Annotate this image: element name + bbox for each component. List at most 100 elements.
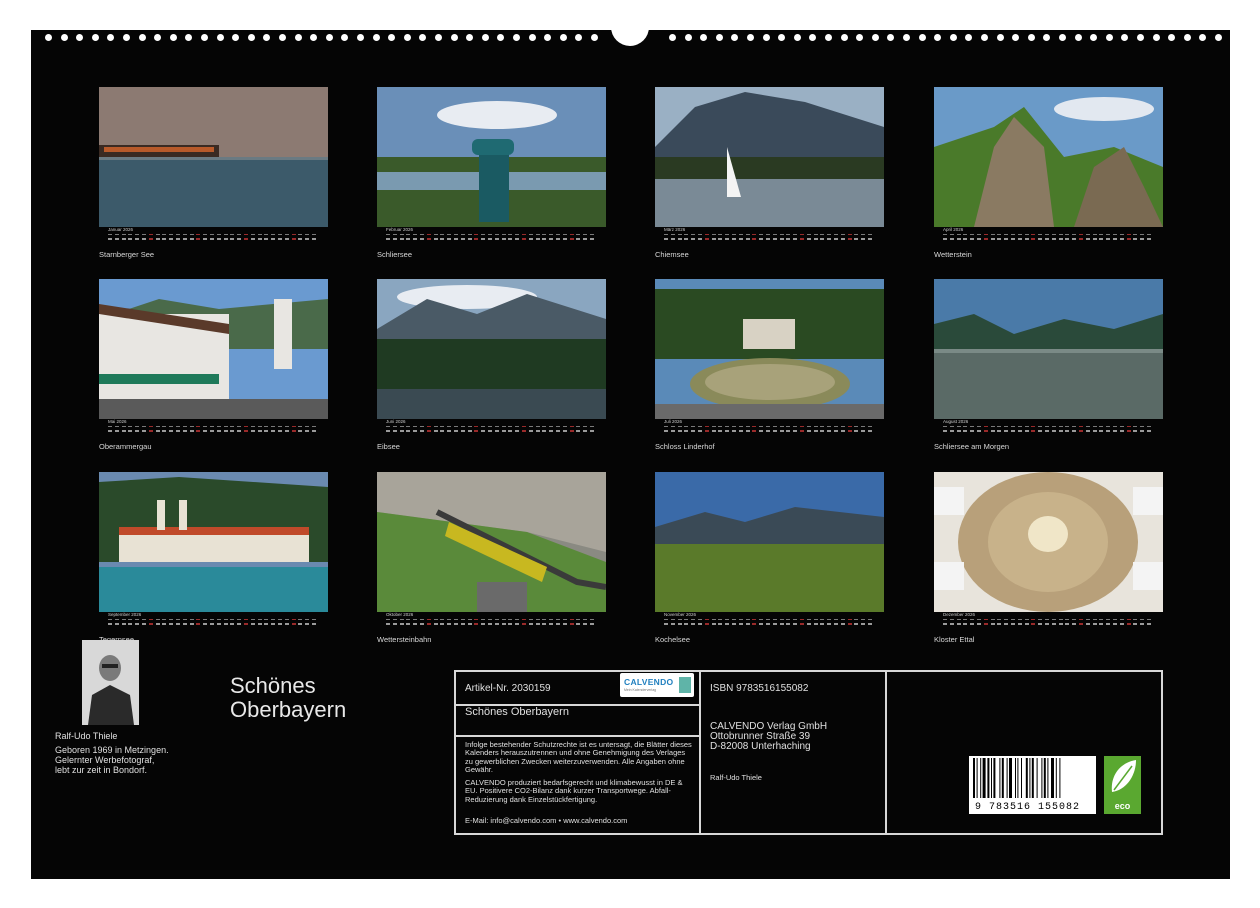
barcode-bar xyxy=(1047,758,1049,798)
day-number-mark xyxy=(176,238,180,240)
day-number-mark xyxy=(766,623,770,625)
day-number-mark xyxy=(1011,430,1015,432)
weekday-mark xyxy=(977,619,981,620)
weekday-mark xyxy=(189,619,194,620)
weekday-mark xyxy=(576,234,581,235)
weekday-mark xyxy=(1106,619,1111,620)
weekday-mark xyxy=(312,426,316,427)
weekday-mark xyxy=(562,619,567,620)
barcode-bar xyxy=(1051,758,1054,798)
day-number-mark xyxy=(121,238,126,240)
day-number-mark xyxy=(766,238,770,240)
weekday-mark xyxy=(562,426,567,427)
weekday-mark xyxy=(745,426,750,427)
weekday-mark xyxy=(203,619,208,620)
weekday-mark xyxy=(1031,426,1036,427)
month-label: Dezember 2026 xyxy=(943,612,976,617)
month-strip: Februar 2026 xyxy=(377,227,606,243)
weekday-mark xyxy=(108,234,112,235)
day-number-mark xyxy=(1140,623,1145,625)
weekday-mark xyxy=(738,619,743,620)
weekday-mark xyxy=(956,619,961,620)
binding-hole xyxy=(778,34,786,41)
weekday-mark xyxy=(813,619,818,620)
day-number-mark xyxy=(1133,430,1138,432)
weekday-mark xyxy=(291,234,296,235)
weekday-mark xyxy=(440,619,445,620)
binding-hole xyxy=(263,34,271,41)
day-number-mark xyxy=(169,623,174,625)
weekday-mark xyxy=(847,234,852,235)
day-number-mark xyxy=(813,238,818,240)
weekday-mark xyxy=(420,234,424,235)
day-number-mark xyxy=(698,623,702,625)
day-number-mark xyxy=(983,430,988,432)
day-number-mark xyxy=(847,623,852,625)
day-number-mark xyxy=(698,238,702,240)
eco-label: eco xyxy=(1114,801,1131,811)
binding-hole xyxy=(809,34,817,41)
weekday-mark xyxy=(1147,426,1151,427)
day-number-mark xyxy=(291,430,296,432)
weekday-mark xyxy=(399,619,404,620)
barcode-bar xyxy=(987,758,990,798)
day-number-mark xyxy=(244,623,248,625)
day-number-mark xyxy=(569,623,574,625)
day-number-mark xyxy=(176,430,180,432)
day-number-mark xyxy=(440,430,445,432)
weekday-mark xyxy=(840,234,845,235)
weekday-mark xyxy=(772,619,777,620)
barcode-bar xyxy=(993,758,996,798)
weekday-mark xyxy=(114,619,119,620)
day-number-mark xyxy=(128,430,133,432)
month-strip: September 2026 xyxy=(99,612,328,628)
weekday-mark xyxy=(711,426,716,427)
day-grid xyxy=(108,426,320,434)
binding-hole xyxy=(435,34,442,41)
binding-hole xyxy=(731,34,739,41)
logo-subtitle: Mein Kalenderverlag xyxy=(624,688,657,692)
day-number-mark xyxy=(1113,430,1117,432)
day-number-mark xyxy=(399,430,404,432)
eco-badge: eco xyxy=(1104,756,1141,814)
day-number-mark xyxy=(1106,430,1111,432)
barcode-bar xyxy=(1059,758,1061,798)
photo-caption: Schliersee xyxy=(377,250,413,259)
day-number-mark xyxy=(250,238,255,240)
day-number-mark xyxy=(488,430,492,432)
day-number-mark xyxy=(827,430,832,432)
day-number-mark xyxy=(664,623,668,625)
weekday-mark xyxy=(590,619,594,620)
month-strip: März 2026 xyxy=(655,227,884,243)
day-number-mark xyxy=(467,623,472,625)
day-number-mark xyxy=(264,238,269,240)
weekday-mark xyxy=(114,426,119,427)
weekday-mark xyxy=(1011,426,1015,427)
binding-hole xyxy=(341,34,349,41)
photo-tegernsee xyxy=(99,472,328,612)
weekday-mark xyxy=(834,619,838,620)
weekday-mark xyxy=(779,619,784,620)
day-number-mark xyxy=(711,623,716,625)
weekday-mark xyxy=(704,426,709,427)
binding-hole xyxy=(981,34,988,41)
day-number-mark xyxy=(956,623,961,625)
author-bio-line: lebt zur zeit in Bondorf. xyxy=(55,765,148,775)
day-number-mark xyxy=(291,238,296,240)
weekday-mark xyxy=(1045,619,1049,620)
weekday-mark xyxy=(474,426,479,427)
day-number-mark xyxy=(569,430,574,432)
weekday-mark xyxy=(1133,234,1138,235)
binding-hole xyxy=(575,34,583,41)
month-label: März 2026 xyxy=(664,227,686,232)
day-number-mark xyxy=(108,430,112,432)
weekday-mark xyxy=(732,234,736,235)
day-number-mark xyxy=(176,623,180,625)
day-number-mark xyxy=(732,430,736,432)
weekday-mark xyxy=(169,619,174,620)
weekday-mark xyxy=(1133,426,1138,427)
day-number-mark xyxy=(278,238,282,240)
weekday-mark xyxy=(806,426,811,427)
weekday-mark xyxy=(549,234,554,235)
weekday-mark xyxy=(854,234,859,235)
